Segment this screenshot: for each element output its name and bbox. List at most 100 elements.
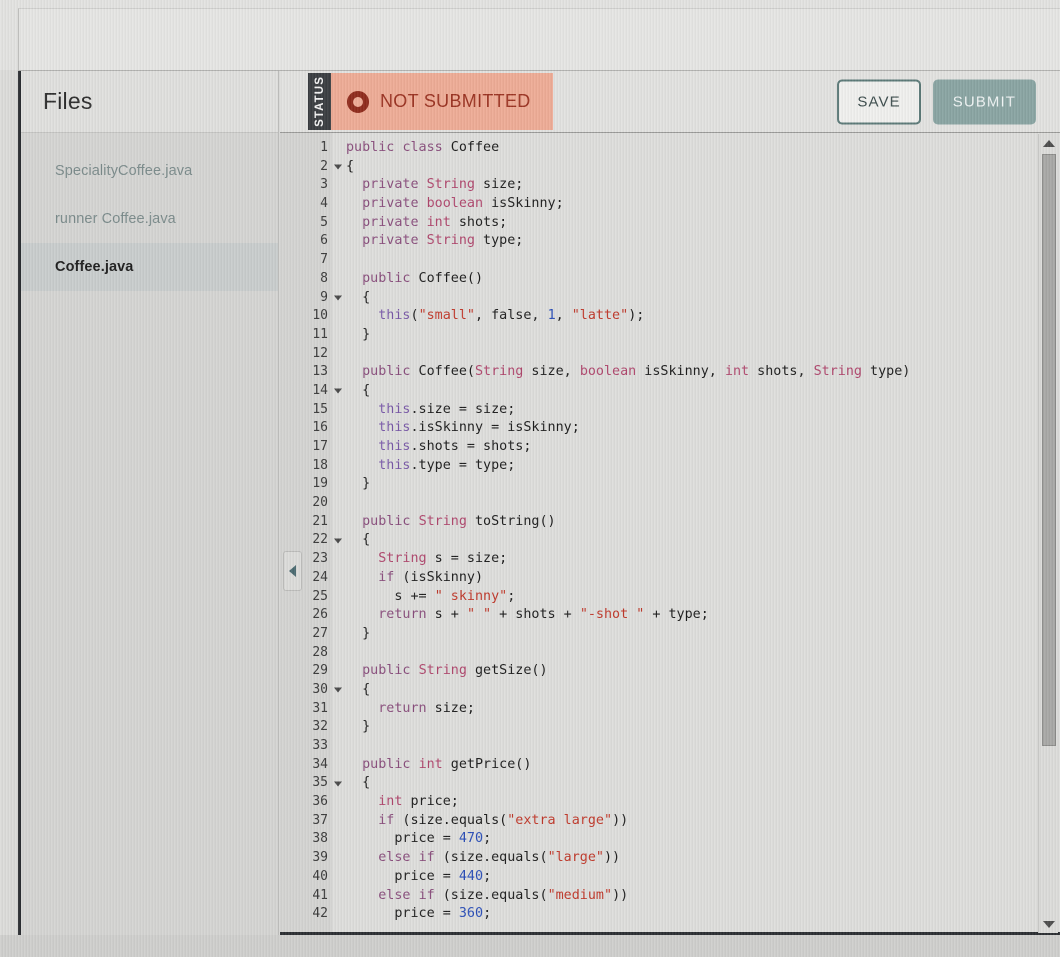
code-editor[interactable]: 1 2 3 4 5 6 7 8 9 10 11 12 13 14 15 16 17 18 19 20 21 22 23 24 2… — [280, 133, 1060, 935]
code-line[interactable]: { — [346, 774, 1060, 793]
code-line[interactable]: } — [346, 625, 1060, 644]
editor-panel: STATUS NOT SUBMITTED SAVE SUBMIT 1234567… — [280, 71, 1060, 935]
code-line[interactable] — [346, 251, 1060, 270]
code-line[interactable]: public int getPrice() — [346, 756, 1060, 775]
circle-ring-icon — [347, 90, 369, 113]
fold-toggle-icon[interactable] — [334, 687, 342, 693]
sidebar-collapse-handle[interactable] — [283, 551, 302, 591]
code-line[interactable] — [346, 345, 1060, 364]
code-line[interactable]: } — [346, 718, 1060, 737]
line-number: 32 — [312, 719, 328, 735]
status-text: NOT SUBMITTED — [380, 91, 531, 111]
code-line[interactable]: public Coffee(String size, boolean isSki… — [346, 363, 1060, 382]
code-line[interactable]: public String getSize() — [346, 662, 1060, 681]
line-number: 7 — [320, 252, 328, 268]
code-line[interactable]: { — [346, 531, 1060, 550]
code-line[interactable]: int price; — [346, 793, 1060, 812]
line-number: 21 — [312, 513, 328, 529]
save-button[interactable]: SAVE — [837, 79, 921, 124]
screen-photo: Files SpecialityCoffee.java runner Coffee… — [0, 0, 1060, 957]
line-number: 37 — [312, 812, 328, 828]
line-number: 19 — [312, 476, 328, 492]
file-list-item[interactable]: runner Coffee.java — [21, 195, 278, 243]
code-line[interactable]: price = 470; — [346, 830, 1060, 849]
code-line[interactable]: } — [346, 326, 1060, 345]
toolbar-actions: SAVE SUBMIT — [837, 79, 1036, 124]
line-number: 4 — [320, 196, 328, 212]
code-line[interactable]: price = 360; — [346, 905, 1060, 924]
line-number: 16 — [312, 420, 328, 436]
code-line[interactable]: private int shots; — [346, 214, 1060, 233]
line-number: 38 — [312, 831, 328, 847]
code-line[interactable] — [346, 494, 1060, 513]
code-line[interactable]: this.isSkinny = isSkinny; — [346, 419, 1060, 438]
line-number: 33 — [312, 738, 328, 753]
submit-button[interactable]: SUBMIT — [932, 79, 1036, 124]
code-line[interactable]: private boolean isSkinny; — [346, 195, 1060, 214]
line-number: 10 — [312, 308, 328, 324]
files-sidebar: Files SpecialityCoffee.java runner Coffee… — [21, 71, 279, 935]
code-line[interactable]: { — [346, 681, 1060, 700]
fold-toggle-icon[interactable] — [334, 538, 342, 544]
line-number: 30 — [280, 681, 342, 700]
top-chrome-band — [0, 0, 1060, 70]
code-line[interactable]: String s = size; — [346, 550, 1060, 569]
code-line[interactable]: price = 440; — [346, 868, 1060, 887]
line-number: 6 — [320, 233, 328, 249]
files-header: Files — [21, 71, 278, 133]
line-number: 40 — [312, 868, 328, 884]
code-line[interactable]: this.type = type; — [346, 457, 1060, 476]
code-line[interactable]: s += " skinny"; — [346, 588, 1060, 607]
code-line[interactable]: { — [346, 289, 1060, 308]
code-line[interactable]: return s + " " + shots + "-shot " + type… — [346, 606, 1060, 625]
code-line[interactable]: public String toString() — [346, 513, 1060, 532]
code-line[interactable]: this.size = size; — [346, 401, 1060, 420]
line-number: 27 — [312, 625, 328, 641]
line-number: 31 — [312, 700, 328, 716]
scrollbar-thumb[interactable] — [1042, 154, 1056, 746]
code-line[interactable]: if (size.equals("extra large")) — [346, 812, 1060, 831]
line-number: 11 — [312, 326, 328, 342]
line-number: 20 — [312, 495, 328, 511]
code-line[interactable] — [346, 737, 1060, 756]
code-line[interactable]: this.shots = shots; — [346, 438, 1060, 457]
page-title: Files — [43, 88, 93, 114]
line-number: 28 — [312, 644, 328, 660]
triangle-down-icon[interactable] — [1039, 916, 1059, 932]
code-content[interactable]: public class Coffee{ private String size… — [332, 133, 1060, 932]
code-line[interactable]: { — [346, 382, 1060, 401]
line-number: 2 — [280, 158, 342, 177]
line-number: 15 — [312, 401, 328, 417]
file-list: SpecialityCoffee.java runner Coffee.java C… — [21, 133, 278, 291]
line-number: 36 — [312, 794, 328, 810]
file-list-item[interactable]: SpecialityCoffee.java — [21, 147, 278, 195]
code-line[interactable]: public class Coffee — [346, 139, 1060, 158]
file-list-item[interactable]: Coffee.java — [21, 243, 278, 291]
line-number: 14 — [280, 382, 342, 401]
code-line[interactable] — [346, 644, 1060, 663]
code-line[interactable]: } — [346, 475, 1060, 494]
status-tab-label: STATUS — [313, 76, 326, 127]
status-badge: STATUS NOT SUBMITTED — [308, 73, 553, 130]
line-number: 17 — [312, 439, 328, 454]
code-line[interactable]: else if (size.equals("medium")) — [346, 887, 1060, 906]
code-line[interactable]: public Coffee() — [346, 270, 1060, 289]
code-line[interactable]: return size; — [346, 700, 1060, 719]
fold-toggle-icon[interactable] — [334, 164, 342, 170]
line-number: 5 — [320, 214, 328, 230]
fold-toggle-icon[interactable] — [334, 781, 342, 787]
code-line[interactable]: private String type; — [346, 232, 1060, 251]
code-line[interactable]: this("small", false, 1, "latte"); — [346, 307, 1060, 326]
fold-toggle-icon[interactable] — [334, 388, 342, 394]
line-number: 41 — [312, 887, 328, 903]
line-number-gutter: 1 2 3 4 5 6 7 8 9 10 11 12 13 14 15 16 17 18 19 20 21 22 23 24 2… — [280, 133, 342, 932]
fold-toggle-icon[interactable] — [334, 295, 342, 301]
triangle-up-icon[interactable] — [1039, 135, 1059, 151]
code-line[interactable]: if (isSkinny) — [346, 569, 1060, 588]
code-line[interactable]: else if (size.equals("large")) — [346, 849, 1060, 868]
line-number: 3 — [320, 177, 328, 193]
editor-vertical-scrollbar[interactable] — [1038, 134, 1058, 933]
code-line[interactable]: { — [346, 158, 1060, 177]
line-number: 39 — [312, 850, 328, 866]
code-line[interactable]: private String size; — [346, 176, 1060, 195]
